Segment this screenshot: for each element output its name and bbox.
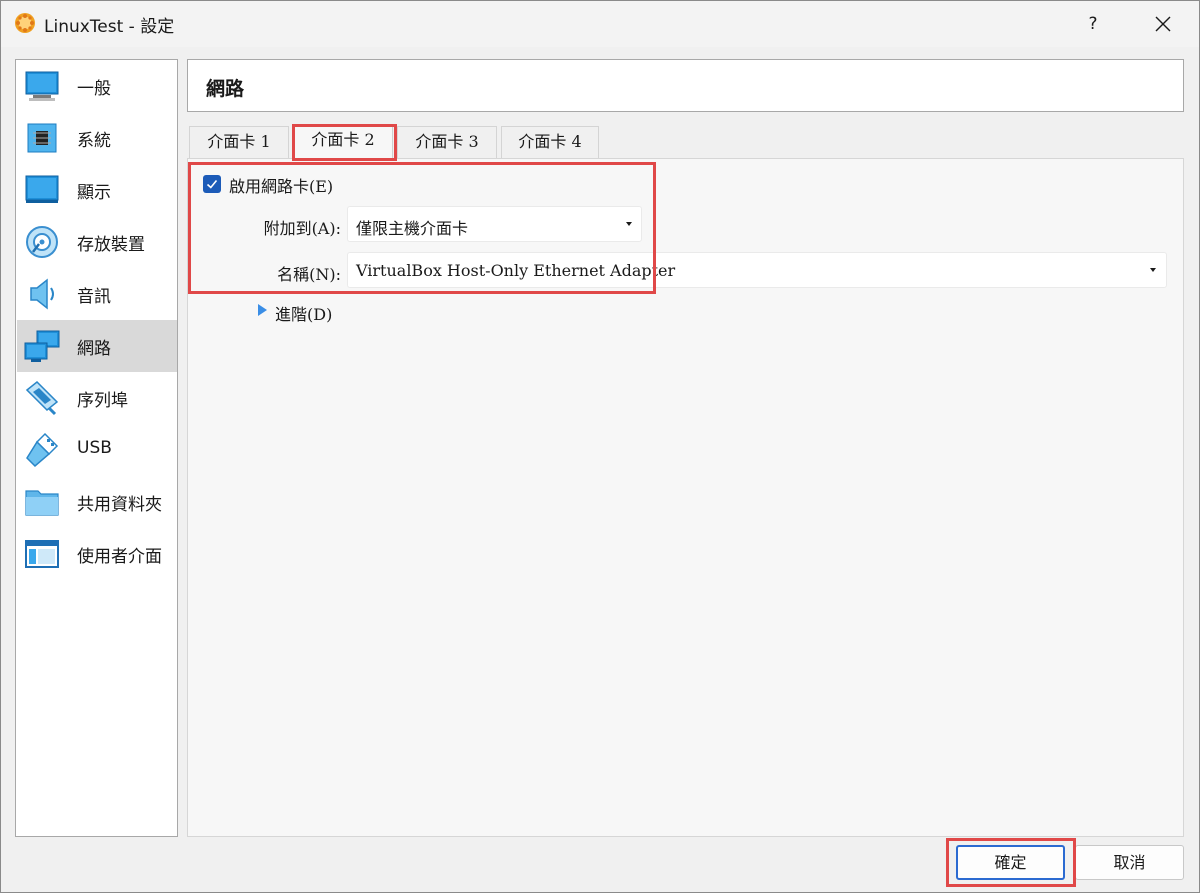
serial-port-icon	[25, 380, 59, 416]
title-bar: LinuxTest - 設定 ?	[1, 1, 1199, 47]
virtualbox-app-icon	[15, 13, 35, 33]
usb-icon	[26, 432, 59, 468]
settings-window: LinuxTest - 設定 ? 一般 系統 顯示 存放裝置 音訊 網路 序列埠…	[0, 0, 1200, 893]
monitor-icon	[25, 71, 59, 101]
sidebar-item-display[interactable]: 顯示	[17, 164, 177, 216]
folder-icon	[25, 490, 59, 516]
chip-icon	[27, 123, 57, 153]
adapter-name-dropdown[interactable]: VirtualBox Host-Only Ethernet Adapter	[347, 252, 1167, 288]
sidebar-item-shared-folders[interactable]: 共用資料夾	[17, 476, 177, 528]
tab-adapter-2[interactable]: 介面卡 2	[293, 124, 393, 160]
sidebar-item-label: 一般	[77, 79, 111, 99]
close-button[interactable]	[1145, 7, 1181, 41]
sidebar-item-label: 使用者介面	[77, 547, 162, 567]
sidebar-item-audio[interactable]: 音訊	[17, 268, 177, 320]
sidebar-item-label: 系統	[77, 131, 111, 151]
enable-adapter-label[interactable]: 啟用網路卡(E)	[229, 173, 333, 197]
sidebar-item-label: 共用資料夾	[77, 495, 162, 515]
sidebar-item-label: 顯示	[77, 183, 111, 203]
tab-adapter-4[interactable]: 介面卡 4	[501, 126, 599, 158]
disk-icon	[26, 226, 58, 258]
sidebar-item-label: 存放裝置	[77, 235, 145, 255]
adapter-name-value: VirtualBox Host-Only Ethernet Adapter	[356, 261, 676, 280]
network-icon	[24, 330, 60, 362]
sidebar-item-storage[interactable]: 存放裝置	[17, 216, 177, 268]
enable-adapter-checkbox[interactable]	[203, 175, 221, 193]
help-button[interactable]: ?	[1075, 7, 1111, 41]
attached-to-value: 僅限主機介面卡	[356, 219, 469, 238]
expand-arrow-icon[interactable]	[258, 304, 267, 316]
sidebar-item-usb[interactable]: USB	[17, 424, 177, 476]
window-layout-icon	[25, 540, 59, 568]
checkmark-icon	[206, 179, 218, 189]
sidebar-item-label: USB	[77, 438, 112, 458]
sidebar-item-system[interactable]: 系統	[17, 112, 177, 164]
page-title: 網路	[206, 78, 245, 100]
sidebar-item-serial-port[interactable]: 序列埠	[17, 372, 177, 424]
attached-to-dropdown[interactable]: 僅限主機介面卡	[347, 206, 642, 242]
sidebar-item-label: 音訊	[77, 287, 111, 307]
tab-adapter-3[interactable]: 介面卡 3	[397, 126, 497, 158]
cancel-button[interactable]: 取消	[1075, 845, 1184, 880]
display-icon	[25, 175, 59, 203]
sidebar-item-general[interactable]: 一般	[17, 60, 177, 112]
chevron-down-icon	[1150, 268, 1156, 272]
sidebar-item-network[interactable]: 網路	[17, 320, 177, 372]
attached-to-label: 附加到(A):	[263, 219, 341, 238]
chevron-down-icon	[626, 222, 632, 226]
sidebar-item-label: 序列埠	[77, 391, 128, 411]
close-icon	[1155, 16, 1171, 32]
adapter-name-label: 名稱(N):	[277, 265, 341, 284]
settings-sidebar: 一般 系統 顯示 存放裝置 音訊 網路 序列埠 USB 共用資料夾 使用者介面	[15, 59, 178, 837]
sidebar-item-user-interface[interactable]: 使用者介面	[17, 528, 177, 580]
advanced-toggle[interactable]: 進階(D)	[275, 301, 332, 325]
ok-button[interactable]: 確定	[956, 845, 1065, 880]
sidebar-item-label: 網路	[77, 339, 111, 359]
page-header: 網路	[187, 59, 1184, 112]
speaker-icon	[30, 278, 54, 310]
tab-adapter-1[interactable]: 介面卡 1	[189, 126, 289, 158]
window-title: LinuxTest - 設定	[44, 17, 175, 37]
